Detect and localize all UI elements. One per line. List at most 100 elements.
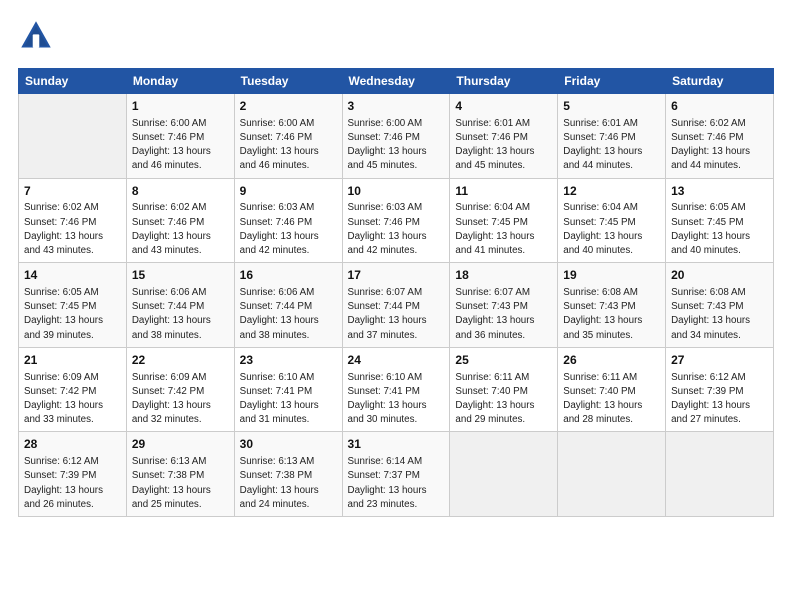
day-info: Sunrise: 6:04 AM Sunset: 7:45 PM Dayligh… (563, 201, 660, 258)
day-number: 13 (671, 183, 768, 200)
day-number: 7 (24, 183, 121, 200)
calendar-cell: 26 Sunrise: 6:11 AM Sunset: 7:40 PM Dayli… (558, 347, 666, 432)
day-number: 25 (455, 352, 552, 369)
day-number: 17 (348, 267, 445, 284)
calendar-cell: 15 Sunrise: 6:06 AM Sunset: 7:44 PM Dayli… (126, 263, 234, 348)
calendar-table: SundayMondayTuesdayWednesdayThursdayFrid… (18, 68, 774, 517)
day-info: Sunrise: 6:09 AM Sunset: 7:42 PM Dayligh… (132, 371, 229, 428)
day-number: 4 (455, 98, 552, 115)
day-number: 22 (132, 352, 229, 369)
day-number: 31 (348, 436, 445, 453)
day-info: Sunrise: 6:11 AM Sunset: 7:40 PM Dayligh… (563, 371, 660, 428)
calendar-week-1: 1 Sunrise: 6:00 AM Sunset: 7:46 PM Daylig… (19, 94, 774, 179)
calendar-cell (19, 94, 127, 179)
page-container: SundayMondayTuesdayWednesdayThursdayFrid… (0, 0, 792, 529)
calendar-cell: 13Sunrise: 6:05 AM Sunset: 7:45 PM Dayli… (666, 178, 774, 263)
day-number: 15 (132, 267, 229, 284)
calendar-cell: 10Sunrise: 6:03 AM Sunset: 7:46 PM Dayli… (342, 178, 450, 263)
day-number: 23 (240, 352, 337, 369)
calendar-cell (666, 432, 774, 517)
weekday-header-row: SundayMondayTuesdayWednesdayThursdayFrid… (19, 69, 774, 94)
calendar-week-2: 7Sunrise: 6:02 AM Sunset: 7:46 PM Daylig… (19, 178, 774, 263)
day-info: Sunrise: 6:04 AM Sunset: 7:45 PM Dayligh… (455, 201, 552, 258)
calendar-cell: 3 Sunrise: 6:00 AM Sunset: 7:46 PM Daylig… (342, 94, 450, 179)
day-number: 29 (132, 436, 229, 453)
day-info: Sunrise: 6:00 AM Sunset: 7:46 PM Dayligh… (240, 117, 337, 174)
day-info: Sunrise: 6:07 AM Sunset: 7:43 PM Dayligh… (455, 286, 552, 343)
day-info: Sunrise: 6:01 AM Sunset: 7:46 PM Dayligh… (455, 117, 552, 174)
day-info: Sunrise: 6:05 AM Sunset: 7:45 PM Dayligh… (671, 201, 768, 258)
calendar-cell: 25 Sunrise: 6:11 AM Sunset: 7:40 PM Dayli… (450, 347, 558, 432)
calendar-cell: 2 Sunrise: 6:00 AM Sunset: 7:46 PM Daylig… (234, 94, 342, 179)
calendar-cell: 14Sunrise: 6:05 AM Sunset: 7:45 PM Dayli… (19, 263, 127, 348)
day-number: 18 (455, 267, 552, 284)
weekday-header-friday: Friday (558, 69, 666, 94)
day-info: Sunrise: 6:14 AM Sunset: 7:37 PM Dayligh… (348, 455, 445, 512)
day-info: Sunrise: 6:03 AM Sunset: 7:46 PM Dayligh… (240, 201, 337, 258)
day-number: 26 (563, 352, 660, 369)
calendar-week-5: 28 Sunrise: 6:12 AM Sunset: 7:39 PM Dayli… (19, 432, 774, 517)
day-number: 20 (671, 267, 768, 284)
calendar-cell: 1Sunrise: 6:00 AM Sunset: 7:46 PM Daylig… (126, 94, 234, 179)
calendar-cell: 28 Sunrise: 6:12 AM Sunset: 7:39 PM Dayli… (19, 432, 127, 517)
day-number: 11 (455, 183, 552, 200)
day-number: 9 (240, 183, 337, 200)
day-info: Sunrise: 6:02 AM Sunset: 7:46 PM Dayligh… (24, 201, 121, 258)
calendar-week-4: 21Sunrise: 6:09 AM Sunset: 7:42 PM Dayli… (19, 347, 774, 432)
calendar-cell: 16 Sunrise: 6:06 AM Sunset: 7:44 PM Dayli… (234, 263, 342, 348)
calendar-cell: 27 Sunrise: 6:12 AM Sunset: 7:39 PM Dayli… (666, 347, 774, 432)
calendar-cell: 29 Sunrise: 6:13 AM Sunset: 7:38 PM Dayli… (126, 432, 234, 517)
logo-icon (18, 18, 54, 54)
calendar-cell: 4 Sunrise: 6:01 AM Sunset: 7:46 PM Daylig… (450, 94, 558, 179)
calendar-cell: 18 Sunrise: 6:07 AM Sunset: 7:43 PM Dayli… (450, 263, 558, 348)
day-number: 5 (563, 98, 660, 115)
calendar-cell: 20Sunrise: 6:08 AM Sunset: 7:43 PM Dayli… (666, 263, 774, 348)
day-number: 27 (671, 352, 768, 369)
calendar-cell: 30Sunrise: 6:13 AM Sunset: 7:38 PM Dayli… (234, 432, 342, 517)
calendar-cell: 23 Sunrise: 6:10 AM Sunset: 7:41 PM Dayli… (234, 347, 342, 432)
day-info: Sunrise: 6:00 AM Sunset: 7:46 PM Dayligh… (348, 117, 445, 174)
day-info: Sunrise: 6:10 AM Sunset: 7:41 PM Dayligh… (240, 371, 337, 428)
day-info: Sunrise: 6:12 AM Sunset: 7:39 PM Dayligh… (671, 371, 768, 428)
calendar-cell: 5Sunrise: 6:01 AM Sunset: 7:46 PM Daylig… (558, 94, 666, 179)
calendar-cell (450, 432, 558, 517)
logo (18, 18, 58, 54)
day-number: 10 (348, 183, 445, 200)
day-info: Sunrise: 6:09 AM Sunset: 7:42 PM Dayligh… (24, 371, 121, 428)
weekday-header-thursday: Thursday (450, 69, 558, 94)
day-info: Sunrise: 6:03 AM Sunset: 7:46 PM Dayligh… (348, 201, 445, 258)
day-info: Sunrise: 6:07 AM Sunset: 7:44 PM Dayligh… (348, 286, 445, 343)
calendar-cell: 7Sunrise: 6:02 AM Sunset: 7:46 PM Daylig… (19, 178, 127, 263)
calendar-cell: 6Sunrise: 6:02 AM Sunset: 7:46 PM Daylig… (666, 94, 774, 179)
day-info: Sunrise: 6:10 AM Sunset: 7:41 PM Dayligh… (348, 371, 445, 428)
weekday-header-monday: Monday (126, 69, 234, 94)
day-info: Sunrise: 6:13 AM Sunset: 7:38 PM Dayligh… (240, 455, 337, 512)
weekday-header-wednesday: Wednesday (342, 69, 450, 94)
calendar-cell: 19 Sunrise: 6:08 AM Sunset: 7:43 PM Dayli… (558, 263, 666, 348)
calendar-cell: 8Sunrise: 6:02 AM Sunset: 7:46 PM Daylig… (126, 178, 234, 263)
day-info: Sunrise: 6:02 AM Sunset: 7:46 PM Dayligh… (671, 117, 768, 174)
day-info: Sunrise: 6:12 AM Sunset: 7:39 PM Dayligh… (24, 455, 121, 512)
calendar-cell: 24 Sunrise: 6:10 AM Sunset: 7:41 PM Dayli… (342, 347, 450, 432)
day-info: Sunrise: 6:13 AM Sunset: 7:38 PM Dayligh… (132, 455, 229, 512)
day-number: 28 (24, 436, 121, 453)
calendar-cell: 21Sunrise: 6:09 AM Sunset: 7:42 PM Dayli… (19, 347, 127, 432)
weekday-header-tuesday: Tuesday (234, 69, 342, 94)
calendar-cell: 22 Sunrise: 6:09 AM Sunset: 7:42 PM Dayli… (126, 347, 234, 432)
calendar-cell: 17 Sunrise: 6:07 AM Sunset: 7:44 PM Dayli… (342, 263, 450, 348)
day-number: 16 (240, 267, 337, 284)
day-info: Sunrise: 6:08 AM Sunset: 7:43 PM Dayligh… (563, 286, 660, 343)
day-number: 1 (132, 98, 229, 115)
weekday-header-sunday: Sunday (19, 69, 127, 94)
day-number: 3 (348, 98, 445, 115)
day-number: 19 (563, 267, 660, 284)
calendar-cell: 11Sunrise: 6:04 AM Sunset: 7:45 PM Dayli… (450, 178, 558, 263)
day-info: Sunrise: 6:06 AM Sunset: 7:44 PM Dayligh… (240, 286, 337, 343)
day-number: 14 (24, 267, 121, 284)
day-number: 24 (348, 352, 445, 369)
calendar-cell (558, 432, 666, 517)
day-info: Sunrise: 6:11 AM Sunset: 7:40 PM Dayligh… (455, 371, 552, 428)
weekday-header-saturday: Saturday (666, 69, 774, 94)
day-info: Sunrise: 6:06 AM Sunset: 7:44 PM Dayligh… (132, 286, 229, 343)
day-number: 2 (240, 98, 337, 115)
